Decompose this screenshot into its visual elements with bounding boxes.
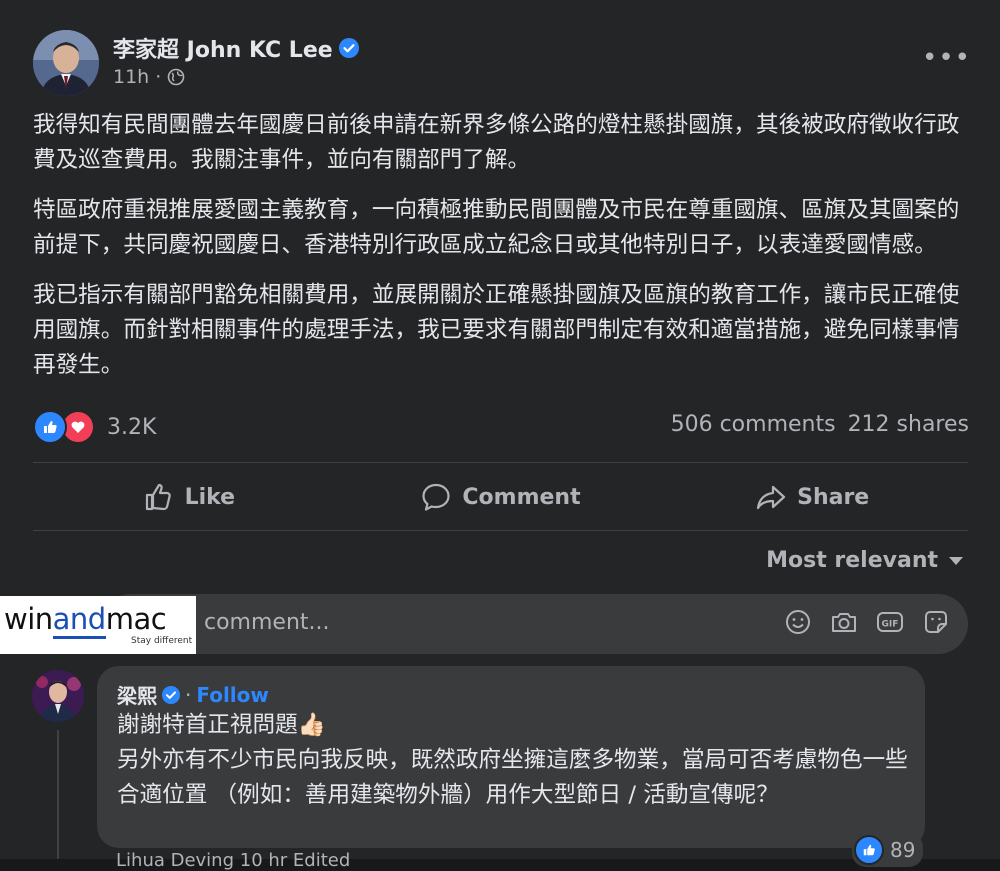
emoji-icon[interactable] (784, 608, 812, 636)
more-options-icon[interactable]: ••• (922, 45, 970, 74)
follow-separator: · (185, 682, 192, 707)
comment-input[interactable]: comment... GIF (100, 594, 968, 654)
verified-badge-icon (338, 38, 359, 58)
watermark-and: and (52, 602, 106, 639)
post-paragraph: 特區政府重視推展愛國主義教育，一向積極推動民間團體及市民在尊重國旗、區旗及其圖案… (33, 197, 960, 258)
like-label: Like (184, 484, 236, 510)
author-name[interactable]: 李家超 John KC Lee (113, 32, 359, 64)
like-reaction-icon (854, 835, 884, 865)
like-reaction-icon (33, 410, 67, 444)
thumbs-up-icon (145, 483, 171, 511)
commenter-avatar[interactable] (32, 670, 84, 722)
comment-button[interactable]: Comment (345, 465, 657, 529)
divider (33, 462, 968, 463)
comment-label: Comment (462, 484, 581, 510)
thread-line (57, 730, 59, 859)
reaction-count: 3.2K (107, 414, 157, 440)
comment-reactions[interactable]: 89 (852, 833, 924, 867)
post-card: 李家超 John KC Lee 11h · ••• 我得知有民間團體去年國慶日前… (0, 0, 1000, 871)
camera-icon[interactable] (830, 608, 858, 636)
commenter-header: 梁熙 · Follow (117, 680, 269, 709)
svg-text:GIF: GIF (882, 620, 899, 630)
verified-badge-icon (162, 685, 180, 704)
winandmac-watermark: winandmac Stay different (0, 596, 196, 654)
share-button[interactable]: Share (656, 465, 968, 529)
comment-bubble: 梁熙 · Follow 謝謝特首正視問題👍🏻 另外亦有不少市民向我反映，既然政府… (97, 666, 925, 848)
watermark-logo: winandmac (4, 602, 167, 639)
next-comment-peek: Lihua Deving 10 hr Edited (116, 850, 351, 871)
post-paragraph: 我得知有民間團體去年國慶日前後申請在新界多條公路的燈柱懸掛國旗，其後被政府徵收行… (33, 112, 960, 173)
share-arrow-icon (757, 485, 786, 510)
comment-text: 謝謝特首正視問題👍🏻 另外亦有不少市民向我反映，既然政府坐擁這麼多物業，當局可否… (117, 712, 908, 808)
shares-count[interactable]: 212 shares (848, 412, 969, 437)
sticker-icon[interactable] (922, 608, 950, 636)
share-label: Share (797, 484, 870, 510)
comment-sort-dropdown[interactable]: Most relevant (766, 548, 964, 573)
watermark-mac: mac (105, 602, 167, 636)
like-button[interactable]: Like (33, 465, 345, 529)
globe-icon (167, 68, 185, 86)
comment-placeholder: comment... (204, 610, 330, 635)
comments-count[interactable]: 506 comments (671, 412, 836, 437)
comment-input-tools: GIF (784, 608, 950, 636)
post-time[interactable]: 11h (113, 66, 149, 88)
comment-reaction-count: 89 (890, 838, 916, 862)
sort-label: Most relevant (766, 548, 938, 573)
post-meta: 11h · (113, 66, 185, 88)
watermark-win: win (4, 602, 53, 636)
caret-down-icon (949, 556, 963, 565)
divider (33, 530, 968, 531)
comment-bubble-icon (422, 483, 450, 511)
reactions-summary[interactable]: 3.2K (33, 410, 156, 444)
post-body: 我得知有民間團體去年國慶日前後申請在新界多條公路的燈柱懸掛國旗，其後被政府徵收行… (33, 108, 968, 398)
author-name-text[interactable]: 李家超 John KC Lee (113, 32, 333, 64)
follow-button[interactable]: Follow (196, 683, 269, 707)
post-actions: Like Comment Share (33, 465, 968, 529)
post-paragraph: 我已指示有關部門豁免相關費用，並展開關於正確懸掛國旗及區旗的教育工作，讓市民正確… (33, 282, 960, 378)
watermark-tagline: Stay different (131, 636, 193, 646)
engagement-stats: 506 comments 212 shares (671, 412, 969, 437)
author-avatar[interactable] (33, 30, 99, 96)
gif-icon[interactable]: GIF (876, 608, 904, 636)
commenter-name[interactable]: 梁熙 (117, 680, 157, 709)
meta-dot: · (155, 66, 162, 88)
